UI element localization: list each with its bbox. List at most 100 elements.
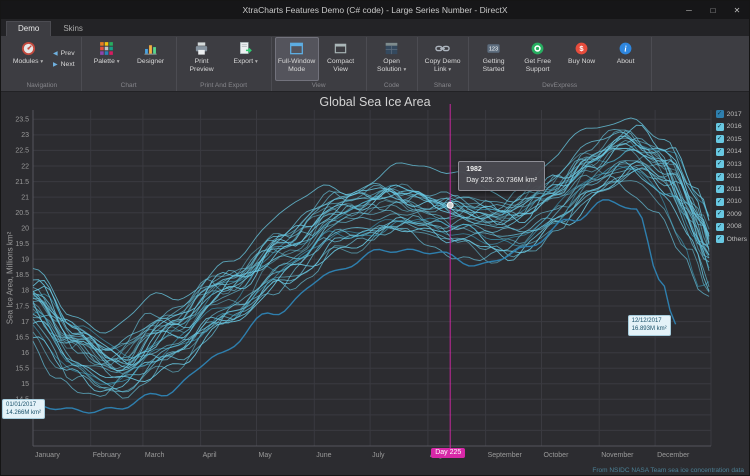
y-tick-label: 22.5: [15, 148, 29, 155]
x-month-label: January: [35, 452, 60, 459]
crosshair-axis-label: Day 225: [431, 448, 465, 458]
ribbon-group-code: Open Solution ▾ Code: [367, 37, 418, 91]
legend-checkbox[interactable]: ✓: [716, 210, 724, 218]
legend-checkbox[interactable]: ✓: [716, 123, 724, 131]
close-button[interactable]: ✕: [725, 1, 749, 19]
ribbon-group-chart: Palette ▾ Designer Chart: [82, 37, 177, 91]
dropdown-caret-icon: ▾: [40, 59, 43, 65]
prev-arrow-icon: ◀: [53, 50, 58, 57]
legend-checkbox[interactable]: ✓: [716, 110, 724, 118]
legend-checkbox[interactable]: ✓: [716, 135, 724, 143]
ribbon-group-label: Chart: [85, 81, 173, 91]
ribbon-group-label: Navigation: [6, 81, 78, 91]
dropdown-caret-icon: ▾: [403, 67, 406, 73]
minimize-button[interactable]: ─: [677, 1, 701, 19]
legend-item-others[interactable]: ✓Others: [716, 235, 747, 243]
year-series-line: [33, 132, 709, 351]
palette-button[interactable]: Palette ▾: [85, 37, 129, 81]
plot-area[interactable]: 23.52322.52221.52120.52019.51918.51817.5…: [1, 92, 750, 476]
open-solution-icon: [384, 40, 399, 57]
x-month-label: July: [372, 452, 385, 459]
start-value-annotation: 01/01/2017 14.266M km²: [2, 399, 45, 420]
compact-view-button[interactable]: Compact View: [319, 37, 363, 81]
legend-item-2011[interactable]: ✓2011: [716, 185, 747, 193]
y-tick-label: 16: [21, 350, 29, 357]
year-series-line: [33, 161, 709, 371]
x-month-label: April: [203, 452, 217, 459]
year-series-line: [33, 131, 709, 362]
legend-checkbox[interactable]: ✓: [716, 223, 724, 231]
legend-item-2012[interactable]: ✓2012: [716, 173, 747, 181]
designer-button[interactable]: Designer: [129, 37, 173, 81]
legend: ✓2017✓2016✓2015✓2014✓2013✓2012✓2011✓2010…: [716, 110, 747, 243]
ribbon-group-label: View: [275, 81, 363, 91]
legend-checkbox[interactable]: ✓: [716, 198, 724, 206]
legend-item-2015[interactable]: ✓2015: [716, 135, 747, 143]
year-series-line: [33, 168, 709, 399]
year-series-line: [33, 125, 709, 360]
open-solution-button[interactable]: Open Solution ▾: [370, 37, 414, 81]
x-month-label: February: [93, 452, 122, 459]
legend-label: 2012: [727, 173, 742, 180]
next-button[interactable]: ▶Next: [53, 61, 75, 68]
legend-label: 2011: [727, 186, 742, 193]
next-label: Next: [61, 61, 75, 68]
legend-item-2017[interactable]: ✓2017: [716, 110, 747, 118]
x-month-label: November: [601, 452, 634, 459]
svg-text:123: 123: [489, 47, 498, 53]
getting-started-button[interactable]: 123 Getting Started: [472, 37, 516, 81]
legend-item-2008[interactable]: ✓2008: [716, 223, 747, 231]
legend-item-2014[interactable]: ✓2014: [716, 148, 747, 156]
get-free-support-button[interactable]: Get Free Support: [516, 37, 560, 81]
y-tick-label: 20: [21, 226, 29, 233]
full-window-mode-button[interactable]: Full-Window Mode: [275, 37, 319, 81]
source-note: From NSIDC NASA Team sea ice concentrati…: [592, 467, 744, 474]
legend-item-2013[interactable]: ✓2013: [716, 160, 747, 168]
legend-checkbox[interactable]: ✓: [716, 148, 724, 156]
legend-label: 2017: [727, 111, 742, 118]
legend-item-2010[interactable]: ✓2010: [716, 198, 747, 206]
y-tick-label: 22: [21, 163, 29, 170]
maximize-button[interactable]: □: [701, 1, 725, 19]
designer-chart-icon: [143, 40, 158, 57]
support-ring-icon: [530, 40, 545, 57]
start-annotation-value: 14.266M km²: [6, 409, 41, 417]
legend-label: 2008: [727, 223, 742, 230]
modules-button[interactable]: Modules ▾: [6, 37, 50, 81]
y-tick-label: 21.5: [15, 179, 29, 186]
end-value-annotation: 12/12/2017 16.893M km²: [628, 315, 671, 336]
y-tick-label: 19.5: [15, 241, 29, 248]
tab-demo[interactable]: Demo: [6, 21, 51, 36]
get-free-support-label: Get Free Support: [524, 58, 551, 73]
print-preview-button[interactable]: Print Preview: [180, 37, 224, 81]
prev-button[interactable]: ◀Prev: [53, 50, 75, 57]
buy-now-button[interactable]: $ Buy Now: [560, 37, 604, 81]
legend-checkbox[interactable]: ✓: [716, 160, 724, 168]
legend-item-2016[interactable]: ✓2016: [716, 123, 747, 131]
full-window-mode-label: Full-Window Mode: [278, 58, 315, 73]
printer-icon: [194, 40, 209, 57]
next-arrow-icon: ▶: [53, 61, 58, 68]
copy-demo-link-button[interactable]: Copy Demo Link ▾: [421, 37, 465, 81]
palette-grid-icon: [99, 40, 114, 57]
tab-skins[interactable]: Skins: [52, 22, 94, 36]
ribbon-group-share: Copy Demo Link ▾ Share: [418, 37, 469, 91]
open-solution-label: Open Solution: [377, 58, 402, 73]
y-tick-label: 15.5: [15, 366, 29, 373]
getting-started-label: Getting Started: [483, 58, 505, 73]
legend-checkbox[interactable]: ✓: [716, 173, 724, 181]
legend-item-2009[interactable]: ✓2009: [716, 210, 747, 218]
legend-label: 2013: [727, 161, 742, 168]
year-series-line: [33, 155, 709, 363]
year-series-line: [33, 144, 709, 368]
export-button[interactable]: Export ▾: [224, 37, 268, 81]
legend-checkbox[interactable]: ✓: [716, 185, 724, 193]
palette-label: Palette: [94, 58, 115, 65]
start-annotation-date: 01/01/2017: [6, 401, 41, 409]
legend-checkbox[interactable]: ✓: [716, 235, 724, 243]
tooltip-series-year: 1982: [466, 165, 537, 176]
y-tick-label: 17: [21, 319, 29, 326]
year-series-line: [33, 140, 709, 365]
about-button[interactable]: i About: [604, 37, 648, 81]
tooltip-value: Day 225: 20.736M km²: [466, 176, 537, 187]
